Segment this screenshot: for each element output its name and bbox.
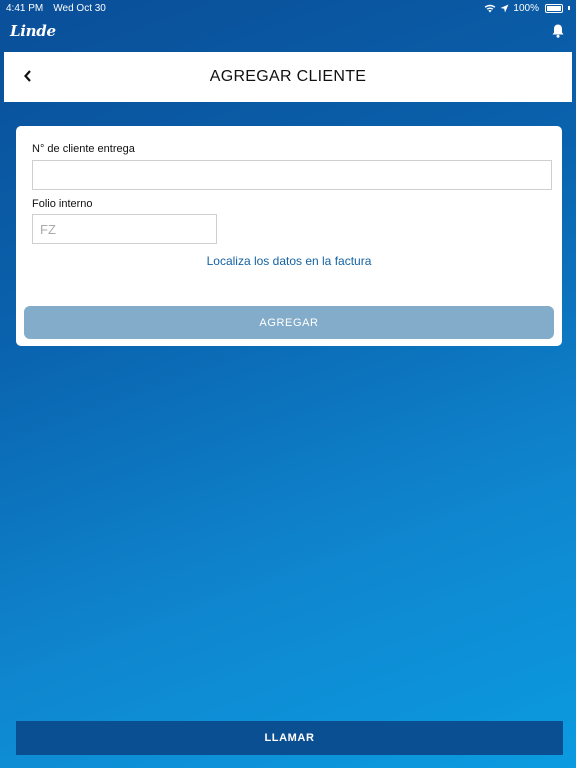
customer-number-input[interactable] (32, 160, 552, 190)
status-time: 4:41 PM (6, 2, 44, 14)
customer-number-label: N° de cliente entrega (32, 143, 135, 155)
invoice-help-link[interactable]: Localiza los datos en la factura (16, 254, 562, 268)
add-button[interactable]: AGREGAR (24, 306, 554, 339)
page-title: AGREGAR CLIENTE (209, 68, 367, 85)
status-date: Wed Oct 30 (53, 2, 106, 14)
bell-icon[interactable] (550, 23, 566, 39)
battery-tip (568, 6, 570, 10)
status-right: 100% (484, 3, 570, 14)
folio-label: Folio interno (32, 198, 93, 210)
app-topbar: Linde (0, 18, 576, 44)
battery-icon (545, 3, 563, 13)
add-customer-card: N° de cliente entrega Folio interno Loca… (16, 126, 562, 346)
chevron-left-icon (24, 70, 31, 82)
page-header: AGREGAR CLIENTE (4, 52, 572, 102)
battery-percent: 100% (513, 2, 539, 14)
wifi-icon (485, 4, 496, 12)
status-bar: 4:41 PM Wed Oct 30 100% (0, 0, 576, 16)
location-arrow-icon (500, 4, 509, 12)
linde-logo: Linde (10, 22, 56, 40)
folio-input[interactable] (32, 214, 217, 244)
call-button[interactable]: LLAMAR (16, 721, 563, 755)
status-left: 4:41 PM Wed Oct 30 (6, 3, 106, 14)
back-button[interactable] (16, 64, 40, 88)
